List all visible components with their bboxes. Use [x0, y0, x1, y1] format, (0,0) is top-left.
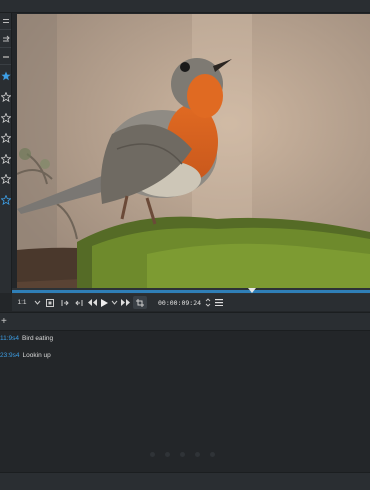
star-rating-6[interactable] — [0, 172, 11, 186]
star-icon — [0, 71, 11, 81]
marker-label: Bird eating — [22, 334, 54, 342]
play-button[interactable] — [98, 296, 110, 309]
page-dot[interactable] — [210, 452, 215, 457]
status-bar — [0, 472, 370, 490]
star-rating-4[interactable] — [0, 131, 11, 145]
compare-button[interactable] — [42, 296, 58, 309]
timecode-field[interactable]: 00:00:09:24 — [155, 296, 204, 309]
star-rating-7[interactable] — [0, 193, 11, 207]
star-icon — [0, 195, 11, 205]
swap-icon — [2, 35, 10, 42]
marker-time-link[interactable]: 11:9s4 — [0, 335, 22, 342]
rewind-icon — [87, 299, 97, 306]
spinner-icon — [205, 298, 211, 307]
video-frame — [17, 14, 370, 288]
fast-forward-button[interactable] — [119, 296, 131, 309]
star-rating-5[interactable] — [0, 152, 11, 166]
bar-icon — [2, 56, 9, 58]
star-icon — [0, 133, 11, 143]
zoom-select[interactable]: 1:1 — [12, 296, 32, 309]
crop-icon — [136, 298, 144, 307]
bar-button[interactable] — [0, 51, 11, 63]
dropdown-button[interactable] — [0, 15, 11, 27]
crop-button[interactable] — [133, 296, 147, 309]
chevron-down-icon — [34, 300, 40, 305]
menu-button[interactable] — [212, 296, 226, 309]
fast-forward-icon — [120, 299, 130, 306]
plus-icon: + — [1, 316, 7, 327]
page-dot[interactable] — [165, 452, 170, 457]
star-icon — [0, 174, 11, 184]
star-rating-2[interactable] — [0, 90, 11, 104]
playhead-cursor[interactable] — [248, 288, 256, 293]
star-icon — [0, 154, 11, 164]
zoom-dropdown[interactable] — [32, 296, 42, 309]
zoom-label: 1:1 — [17, 299, 27, 306]
zone-bar — [12, 290, 370, 293]
top-toolbar — [0, 0, 370, 13]
play-icon — [100, 298, 108, 307]
player-controls: 1:1 00:00:09:24 — [12, 294, 370, 311]
set-out-button[interactable] — [72, 296, 86, 309]
star-icon — [0, 113, 11, 123]
zone-out-icon — [75, 299, 83, 306]
markers-list: 11:9s4 Bird eating 23:9s4 Lookin up — [0, 331, 370, 471]
hamburger-icon — [215, 299, 224, 306]
swap-button[interactable] — [0, 33, 11, 45]
page-dot[interactable] — [150, 452, 155, 457]
timecode-spinner[interactable] — [204, 296, 212, 309]
marker-row[interactable]: 23:9s4 Lookin up — [0, 350, 51, 360]
chevron-down-icon — [111, 300, 118, 305]
marker-label: Lookin up — [22, 351, 51, 359]
page-indicator — [150, 452, 215, 457]
page-dot[interactable] — [195, 452, 200, 457]
zone-in-icon — [61, 299, 69, 306]
markers-panel-header: + — [0, 312, 370, 331]
lines-icon — [2, 19, 9, 23]
rewind-button[interactable] — [86, 296, 98, 309]
square-icon — [46, 298, 54, 307]
star-icon — [0, 92, 11, 102]
set-in-button[interactable] — [58, 296, 72, 309]
page-dot[interactable] — [180, 452, 185, 457]
rating-toolbar — [0, 13, 12, 293]
marker-time-link[interactable]: 23:9s4 — [0, 352, 23, 359]
star-rating-1[interactable] — [0, 69, 11, 83]
add-marker-button[interactable]: + — [1, 317, 7, 327]
star-rating-3[interactable] — [0, 111, 11, 125]
video-monitor[interactable] — [17, 14, 370, 288]
marker-row[interactable]: 11:9s4 Bird eating — [0, 333, 53, 343]
play-dropdown[interactable] — [110, 296, 119, 309]
